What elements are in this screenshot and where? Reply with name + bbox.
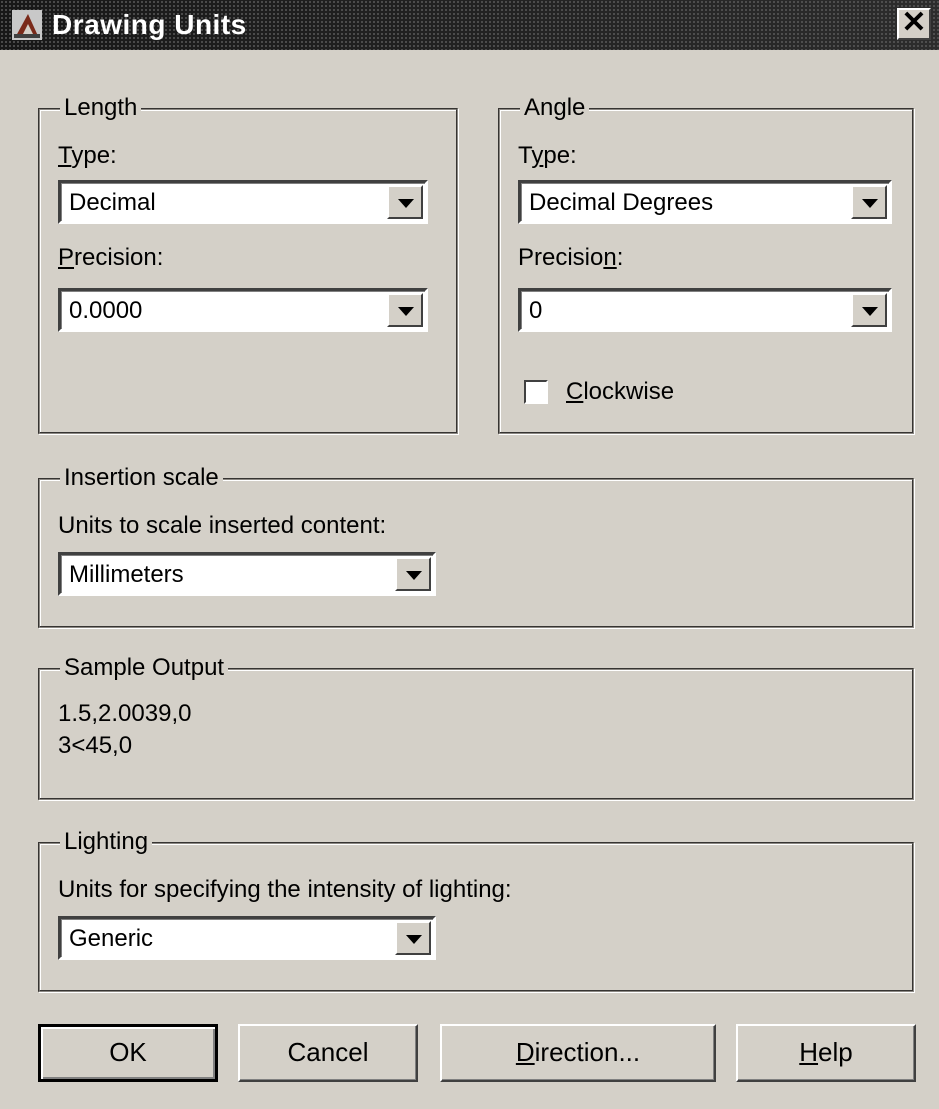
chevron-down-icon bbox=[398, 307, 414, 316]
help-button[interactable]: Help bbox=[736, 1024, 916, 1082]
sample-output-group-title: Sample Output bbox=[60, 654, 229, 682]
angle-group-title: Angle bbox=[520, 94, 590, 122]
autocad-app-icon bbox=[12, 10, 42, 40]
drawing-units-dialog: Drawing Units ✕ Length Type: Decimal Pre… bbox=[0, 0, 939, 1109]
sample-output-group: Sample Output bbox=[38, 654, 914, 800]
insertion-units-label: Units to scale inserted content: bbox=[58, 512, 387, 539]
chevron-down-icon bbox=[406, 571, 422, 580]
length-type-dropdown-button[interactable] bbox=[387, 185, 423, 219]
length-precision-dropdown-button[interactable] bbox=[387, 293, 423, 327]
direction-button[interactable]: Direction... bbox=[440, 1024, 716, 1082]
angle-type-label: Type: bbox=[518, 142, 577, 169]
chevron-down-icon bbox=[406, 935, 422, 944]
angle-precision-dropdown-button[interactable] bbox=[851, 293, 887, 327]
chevron-down-icon bbox=[398, 199, 414, 208]
length-precision-label: Precision: bbox=[58, 244, 164, 271]
lighting-units-label: Units for specifying the intensity of li… bbox=[58, 876, 512, 903]
angle-type-select[interactable]: Decimal Degrees bbox=[518, 180, 892, 224]
length-group-title: Length bbox=[60, 94, 142, 122]
lighting-units-value: Generic bbox=[69, 925, 154, 952]
close-icon: ✕ bbox=[901, 6, 927, 39]
sample-output-line-1: 1.5,2.0039,0 bbox=[58, 700, 192, 727]
ok-button[interactable]: OK bbox=[38, 1024, 218, 1082]
angle-precision-label: Precision: bbox=[518, 244, 624, 271]
lighting-group-title: Lighting bbox=[60, 828, 153, 856]
clockwise-label[interactable]: Clockwise bbox=[566, 378, 674, 406]
length-precision-select[interactable]: 0.0000 bbox=[58, 288, 428, 332]
angle-type-value: Decimal Degrees bbox=[529, 189, 714, 216]
insertion-scale-group-title: Insertion scale bbox=[60, 464, 223, 492]
length-type-label: Type: bbox=[58, 142, 117, 169]
insertion-units-select[interactable]: Millimeters bbox=[58, 552, 436, 596]
length-precision-value: 0.0000 bbox=[69, 297, 143, 324]
angle-precision-value: 0 bbox=[529, 297, 543, 324]
chevron-down-icon bbox=[862, 199, 878, 208]
title-bar[interactable]: Drawing Units ✕ bbox=[0, 0, 939, 50]
sample-output-line-2: 3<45,0 bbox=[58, 732, 133, 759]
dialog-title: Drawing Units bbox=[52, 9, 247, 40]
clockwise-checkbox[interactable] bbox=[524, 380, 548, 404]
lighting-units-select[interactable]: Generic bbox=[58, 916, 436, 960]
insertion-units-value: Millimeters bbox=[69, 561, 184, 588]
insertion-units-dropdown-button[interactable] bbox=[395, 557, 431, 591]
length-type-value: Decimal bbox=[69, 189, 156, 216]
close-button[interactable]: ✕ bbox=[897, 8, 931, 40]
lighting-units-dropdown-button[interactable] bbox=[395, 921, 431, 955]
cancel-button[interactable]: Cancel bbox=[238, 1024, 418, 1082]
angle-type-dropdown-button[interactable] bbox=[851, 185, 887, 219]
chevron-down-icon bbox=[862, 307, 878, 316]
length-type-select[interactable]: Decimal bbox=[58, 180, 428, 224]
angle-precision-select[interactable]: 0 bbox=[518, 288, 892, 332]
